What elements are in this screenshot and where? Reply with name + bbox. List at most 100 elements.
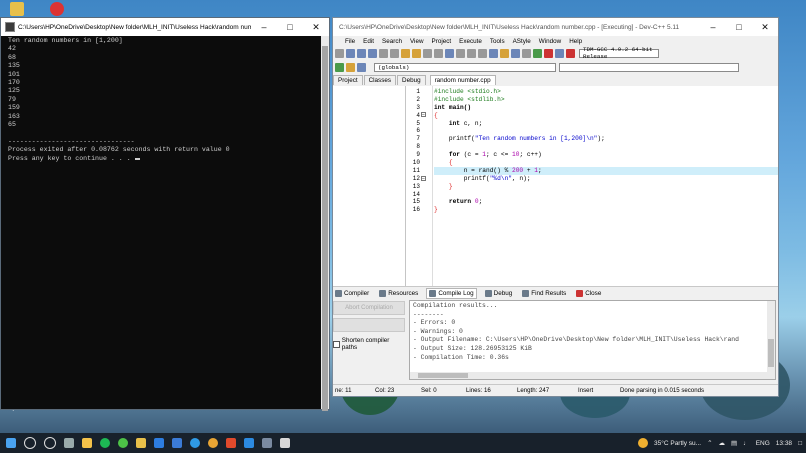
task-view-icon[interactable]: [64, 438, 74, 448]
run-icon[interactable]: [500, 48, 509, 58]
close-icon[interactable]: ✕: [752, 18, 778, 36]
debug-icon[interactable]: [566, 48, 575, 58]
spotify-icon[interactable]: [100, 438, 110, 448]
save-all-icon[interactable]: [368, 48, 377, 58]
compile-log-panel[interactable]: Compilation results... -------- - Errors: …: [409, 300, 776, 380]
chrome-icon[interactable]: [208, 438, 218, 448]
menu-edit[interactable]: Edit: [363, 38, 374, 45]
app-shortcut-icon[interactable]: [50, 2, 64, 16]
console-output[interactable]: Ten random numbers in [1,200] 42 68 135 101 1…: [1, 36, 329, 163]
stop-execution-icon[interactable]: [544, 48, 553, 58]
fold-toggle-icon[interactable]: −: [421, 176, 426, 182]
close-icon[interactable]: ✕: [303, 18, 329, 36]
fold-toggle-icon[interactable]: −: [421, 112, 426, 118]
toggle-icon[interactable]: [346, 62, 355, 72]
back-icon[interactable]: [456, 48, 465, 58]
log-horizontal-scrollbar[interactable]: [410, 372, 767, 379]
goto-line-icon[interactable]: [445, 48, 454, 58]
menu-astyle[interactable]: AStyle: [513, 38, 531, 45]
minimize-icon[interactable]: –: [251, 18, 277, 36]
dropbox-icon[interactable]: [154, 438, 164, 448]
tab-project[interactable]: Project: [333, 75, 363, 85]
devcpp-window[interactable]: C:\Users\HP\OneDrive\Desktop\New folder\…: [332, 17, 779, 397]
network-icon[interactable]: ▤: [731, 439, 737, 447]
compile-run-icon[interactable]: [511, 48, 520, 58]
close-panel-button[interactable]: Close: [574, 289, 603, 298]
language-indicator[interactable]: ENG: [756, 440, 770, 447]
menu-file[interactable]: File: [345, 38, 355, 45]
undo-icon[interactable]: [401, 48, 410, 58]
notification-icon[interactable]: □: [798, 440, 802, 447]
toggle-bookmark-icon[interactable]: [478, 48, 487, 58]
code-editor[interactable]: 1 2 3 4 5 6 7 8 9 10 11 12 13 14 15 16 −…: [406, 86, 778, 288]
chevron-up-icon[interactable]: ⌃: [707, 439, 712, 447]
menu-tools[interactable]: Tools: [490, 38, 505, 45]
print-icon[interactable]: [390, 48, 399, 58]
rebuild-icon[interactable]: [522, 48, 531, 58]
volume-icon[interactable]: ♩: [743, 440, 750, 447]
search-icon[interactable]: [24, 437, 36, 449]
console-taskbar-icon[interactable]: [280, 438, 290, 448]
log-vertical-scrollbar[interactable]: [767, 301, 775, 379]
compiler-select[interactable]: TDM-GCC 4.9.2 64-bit Release: [579, 46, 659, 60]
minimize-icon[interactable]: –: [700, 18, 726, 36]
console-scrollbar[interactable]: [321, 36, 329, 411]
ide-title-bar[interactable]: C:\Users\HP\OneDrive\Desktop\New folder\…: [333, 18, 778, 36]
abort-compilation-button[interactable]: Abort Compilation: [333, 301, 405, 315]
console-window[interactable]: C:\Users\HP\OneDrive\Desktop\New folder\…: [0, 17, 330, 411]
menu-execute[interactable]: Execute: [459, 38, 482, 45]
project-panel[interactable]: [333, 86, 406, 286]
redo-icon[interactable]: [412, 48, 421, 58]
weather-icon[interactable]: [638, 438, 649, 448]
weather-text[interactable]: 35°C Partly su...: [654, 440, 701, 447]
file-explorer-icon[interactable]: [136, 438, 146, 448]
goto-icon[interactable]: [357, 62, 366, 72]
open-file-icon[interactable]: [346, 48, 355, 58]
clock[interactable]: 13:38: [776, 440, 792, 447]
find-icon[interactable]: [423, 48, 432, 58]
store-icon[interactable]: [82, 438, 92, 448]
chart-icon[interactable]: [555, 48, 564, 58]
scope-select[interactable]: (globals): [374, 62, 556, 72]
forward-icon[interactable]: [467, 48, 476, 58]
menu-window[interactable]: Window: [539, 38, 561, 45]
save-icon[interactable]: [357, 48, 366, 58]
brave-icon[interactable]: [226, 438, 236, 448]
tab-compile-log[interactable]: Compile Log: [426, 287, 477, 299]
tab-classes[interactable]: Classes: [363, 75, 397, 85]
tab-resources[interactable]: Resources: [377, 289, 420, 298]
check-syntax-icon[interactable]: [533, 48, 542, 58]
insert-icon[interactable]: [335, 62, 344, 72]
menu-help[interactable]: Help: [569, 38, 582, 45]
menu-search[interactable]: Search: [382, 38, 402, 45]
scrollbar-thumb[interactable]: [418, 373, 468, 378]
edge-icon[interactable]: [190, 438, 200, 448]
windows-start-icon[interactable]: [6, 438, 16, 448]
menu-view[interactable]: View: [410, 38, 424, 45]
new-file-icon[interactable]: [335, 48, 344, 58]
tab-debug-output[interactable]: Debug: [483, 289, 515, 298]
devcpp-taskbar-icon[interactable]: [262, 438, 272, 448]
tab-find-results[interactable]: Find Results: [520, 289, 568, 298]
vscode-icon[interactable]: [244, 438, 254, 448]
scrollbar-thumb[interactable]: [322, 46, 328, 411]
maximize-icon[interactable]: □: [726, 18, 752, 36]
symbol-select[interactable]: [559, 62, 739, 72]
tab-random-number-cpp[interactable]: random number.cpp: [429, 75, 496, 85]
menu-project[interactable]: Project: [432, 38, 452, 45]
cortana-icon[interactable]: [44, 437, 56, 449]
scrollbar-thumb[interactable]: [768, 339, 774, 367]
code-area[interactable]: #include <stdio.h> #include <stdlib.h> i…: [434, 86, 778, 214]
checkbox-icon[interactable]: [333, 340, 340, 348]
tab-compiler[interactable]: Compiler: [333, 289, 371, 298]
compile-icon[interactable]: [489, 48, 498, 58]
close-file-icon[interactable]: [379, 48, 388, 58]
whatsapp-icon[interactable]: [118, 438, 128, 448]
tab-debug[interactable]: Debug: [397, 75, 426, 85]
maximize-icon[interactable]: □: [277, 18, 303, 36]
shorten-paths-checkbox[interactable]: Shorten compiler paths: [333, 337, 404, 351]
cloud-icon[interactable]: ☁: [719, 439, 726, 447]
folder-icon[interactable]: [10, 2, 24, 16]
console-title-bar[interactable]: C:\Users\HP\OneDrive\Desktop\New folder\…: [1, 18, 329, 36]
mail-icon[interactable]: [172, 438, 182, 448]
